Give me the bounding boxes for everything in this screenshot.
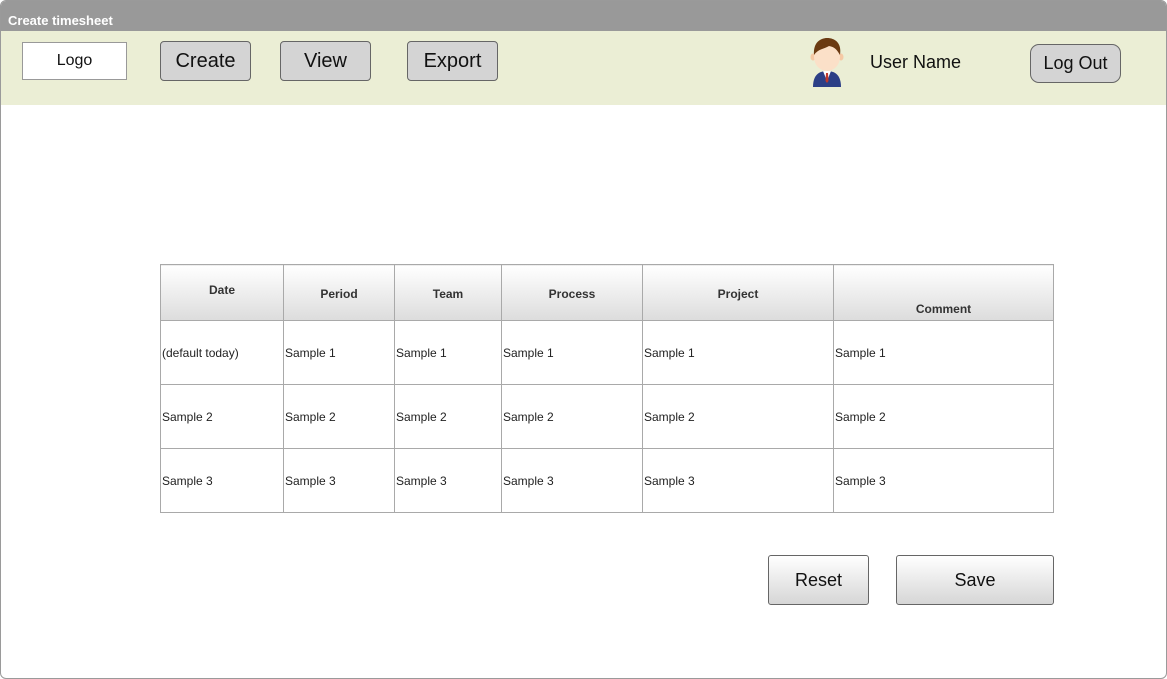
navigation-bar: Logo Create View Export User Name Log Ou… [1, 31, 1166, 105]
table-row: (default today) Sample 1 Sample 1 Sample… [160, 320, 1054, 385]
window-title: Create timesheet [8, 13, 113, 28]
table-cell[interactable]: Sample 3 [833, 448, 1054, 513]
timesheet-table: Date Period Team Process Project Comment… [160, 264, 1054, 513]
table-cell[interactable]: Sample 3 [283, 448, 395, 513]
column-header-team: Team [394, 264, 502, 321]
create-button[interactable]: Create [160, 41, 251, 81]
logo: Logo [22, 42, 127, 80]
column-header-process: Process [501, 264, 643, 321]
log-out-button[interactable]: Log Out [1030, 44, 1121, 83]
export-button[interactable]: Export [407, 41, 498, 81]
table-header-row: Date Period Team Process Project Comment [160, 264, 1054, 321]
table-cell[interactable]: Sample 1 [283, 320, 395, 385]
table-cell[interactable]: Sample 3 [501, 448, 643, 513]
table-cell[interactable]: Sample 2 [394, 384, 502, 449]
save-button[interactable]: Save [896, 555, 1054, 605]
table-cell[interactable]: (default today) [160, 320, 284, 385]
reset-button[interactable]: Reset [768, 555, 869, 605]
table-cell[interactable]: Sample 3 [160, 448, 284, 513]
column-header-period: Period [283, 264, 395, 321]
table-row: Sample 3 Sample 3 Sample 3 Sample 3 Samp… [160, 448, 1054, 513]
column-header-comment: Comment [833, 264, 1054, 321]
table-cell[interactable]: Sample 1 [394, 320, 502, 385]
table-cell[interactable]: Sample 2 [833, 384, 1054, 449]
table-cell[interactable]: Sample 1 [501, 320, 643, 385]
column-header-date: Date [160, 264, 284, 321]
view-button[interactable]: View [280, 41, 371, 81]
table-cell[interactable]: Sample 1 [642, 320, 834, 385]
table-cell[interactable]: Sample 1 [833, 320, 1054, 385]
table-cell[interactable]: Sample 2 [642, 384, 834, 449]
table-cell[interactable]: Sample 3 [642, 448, 834, 513]
user-avatar-icon [810, 38, 844, 87]
table-cell[interactable]: Sample 2 [283, 384, 395, 449]
table-cell[interactable]: Sample 2 [501, 384, 643, 449]
table-cell[interactable]: Sample 3 [394, 448, 502, 513]
app-window: Create timesheet Logo Create View Export… [0, 0, 1167, 679]
column-header-project: Project [642, 264, 834, 321]
table-row: Sample 2 Sample 2 Sample 2 Sample 2 Samp… [160, 384, 1054, 449]
user-name-label: User Name [870, 52, 962, 72]
title-bar: Create timesheet [1, 1, 1166, 31]
table-cell[interactable]: Sample 2 [160, 384, 284, 449]
